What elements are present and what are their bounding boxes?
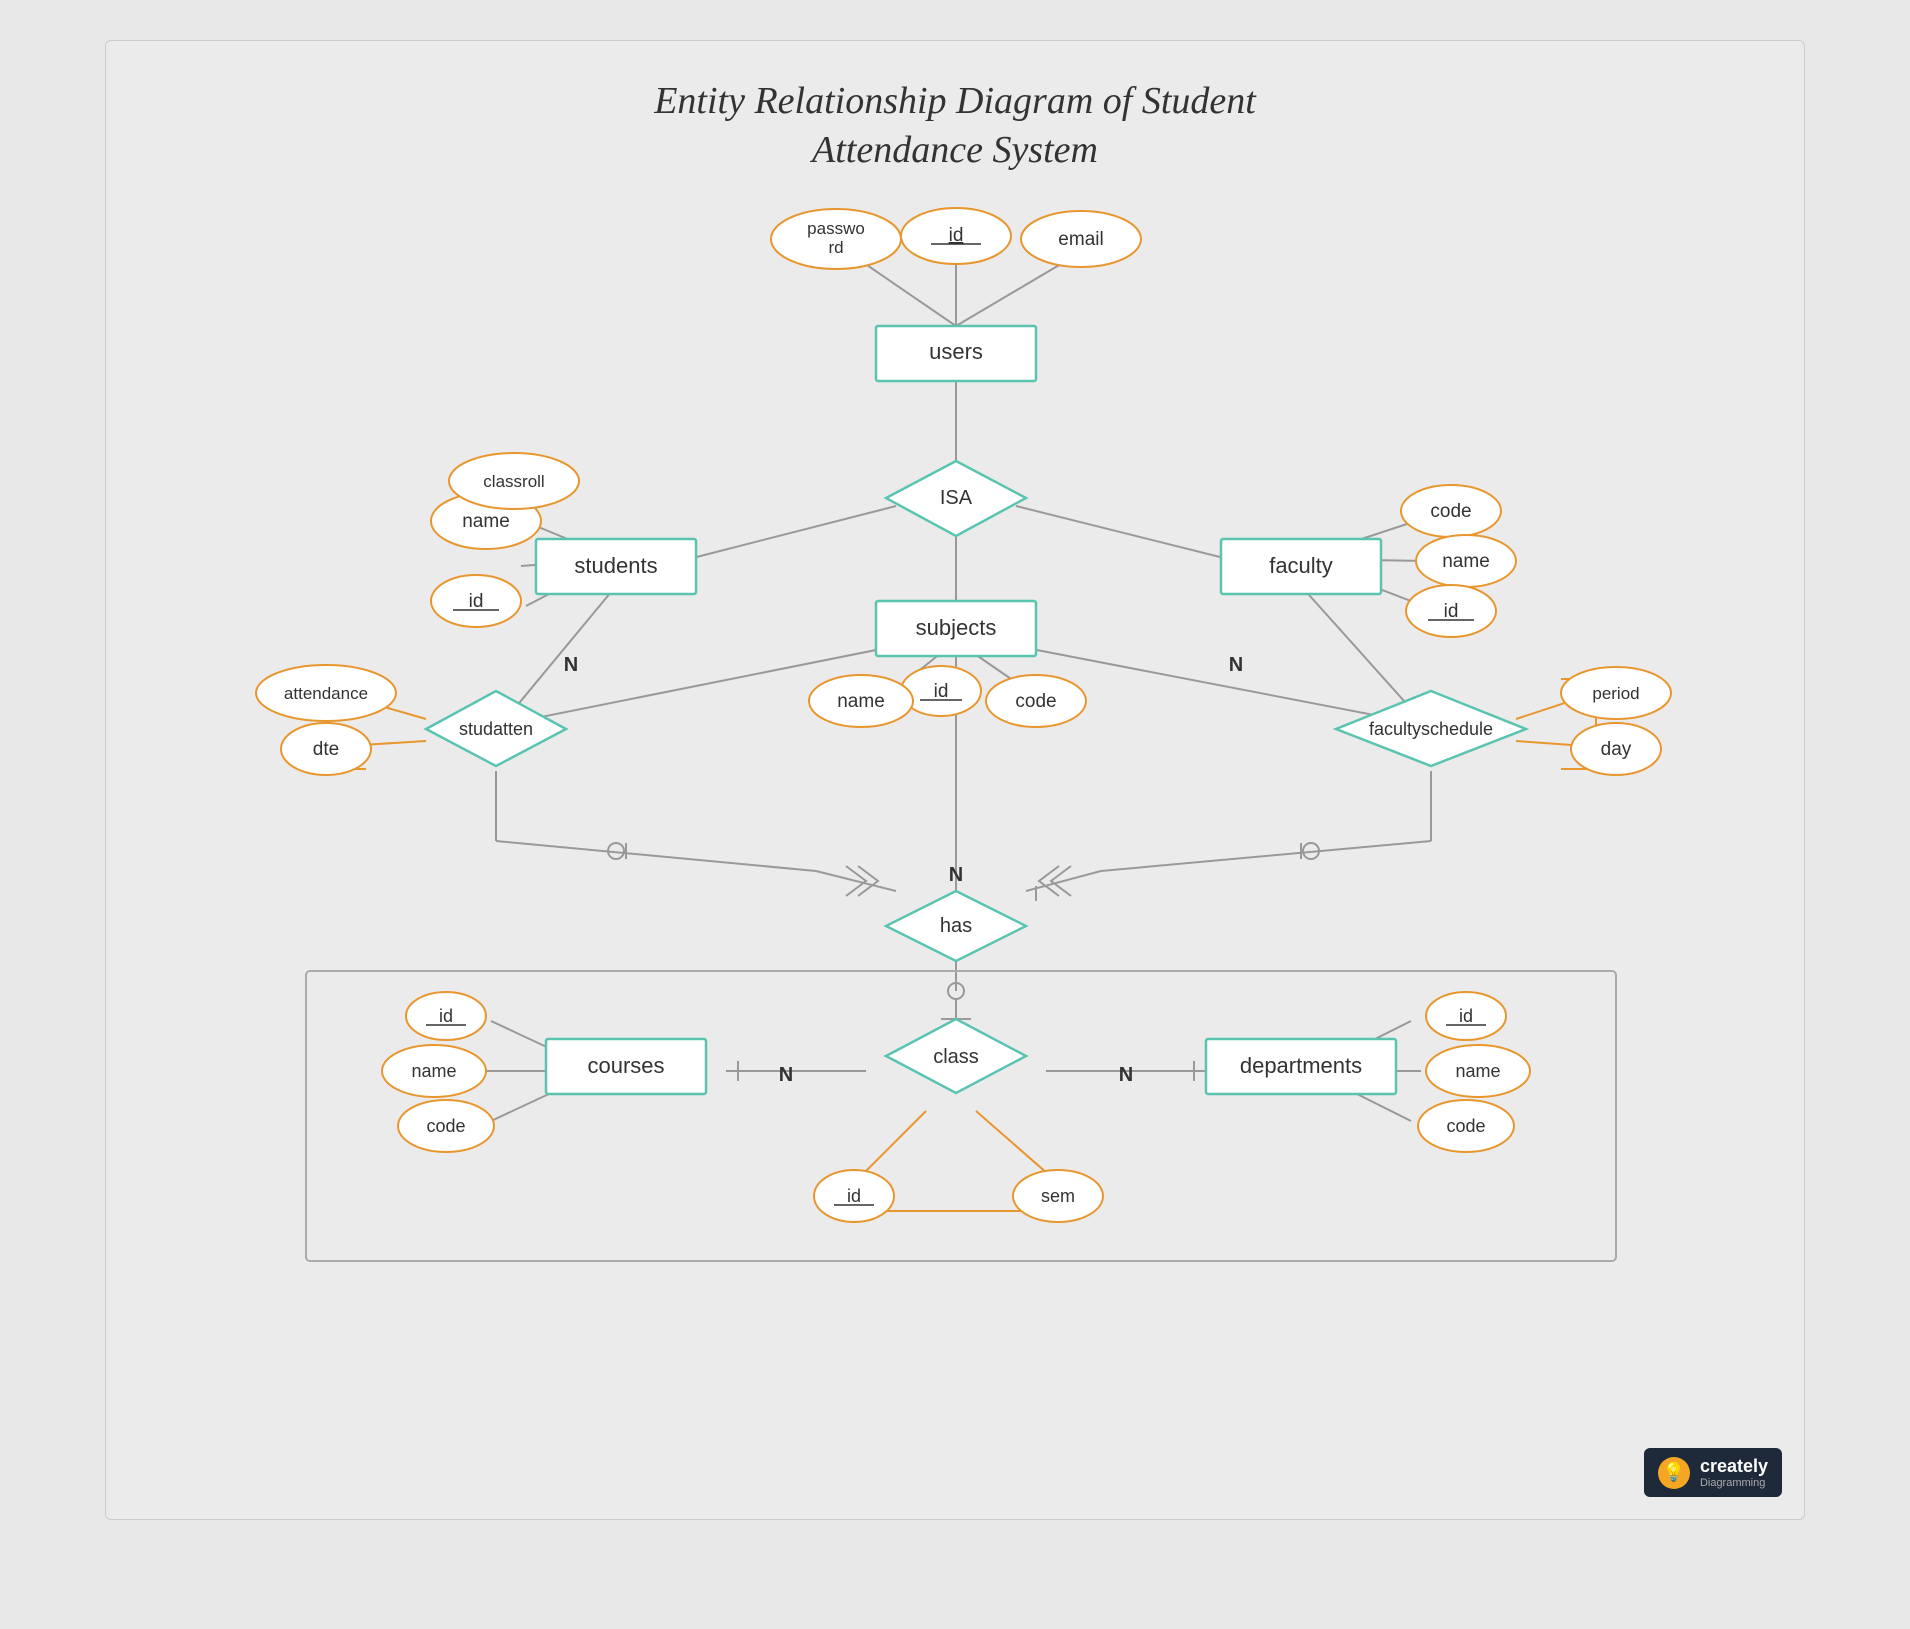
attr-class-sem: sem [1041,1186,1075,1206]
svg-text:rd: rd [828,238,843,257]
attr-courses-name: name [411,1061,456,1081]
attr-students-name: name [462,511,510,532]
attr-students-id: id [469,591,484,612]
attr-studatten-dte: dte [313,739,339,760]
title-line2: Attendance System [812,129,1098,171]
er-diagram: users students faculty subjects courses … [106,171,1806,1491]
label-n-faculty: N [1229,654,1243,676]
label-n-subjects: N [949,864,963,886]
entity-users: users [929,339,983,364]
attr-depts-id: id [1459,1006,1473,1026]
label-n-departments: N [1119,1064,1133,1086]
rel-isa: ISA [940,487,973,509]
rel-facultyschedule: facultyschedule [1369,719,1493,739]
label-n-students: N [564,654,578,676]
main-container: Entity Relationship Diagram of Student A… [105,40,1805,1520]
attr-facultyschedule-period: period [1592,684,1639,703]
title-line1: Entity Relationship Diagram of Student [654,80,1256,122]
attr-users-password: passwo [807,219,865,238]
entity-students: students [574,553,657,578]
diagram-title: Entity Relationship Diagram of Student A… [106,41,1804,176]
attr-class-id: id [847,1186,861,1206]
attr-students-classroll: classroll [483,472,544,491]
attr-courses-id: id [439,1006,453,1026]
attr-faculty-name: name [1442,551,1490,572]
creately-bulb-icon: 💡 [1658,1457,1690,1489]
creately-logo: 💡 creately Diagramming [1644,1448,1782,1497]
rel-studatten: studatten [459,719,533,739]
attr-facultyschedule-day: day [1601,739,1632,760]
entity-subjects: subjects [916,615,997,640]
attr-depts-name: name [1455,1061,1500,1081]
attr-subjects-id: id [934,681,949,702]
attr-subjects-name: name [837,691,885,712]
attr-faculty-code: code [1430,501,1471,522]
attr-faculty-id: id [1444,601,1459,622]
entity-faculty: faculty [1269,553,1333,578]
attr-depts-code: code [1446,1116,1485,1136]
label-n-courses: N [779,1064,793,1086]
entity-departments: departments [1240,1053,1362,1078]
creately-sublabel: Diagramming [1700,1477,1768,1489]
attr-users-email: email [1058,229,1103,250]
attr-studatten-attendance: attendance [284,684,368,703]
rel-class: class [933,1046,979,1068]
attr-subjects-code: code [1015,691,1056,712]
rel-has: has [940,915,972,937]
entity-courses: courses [587,1053,664,1078]
attr-courses-code: code [426,1116,465,1136]
attr-users-id: id [949,225,964,246]
creately-label: creately [1700,1456,1768,1476]
